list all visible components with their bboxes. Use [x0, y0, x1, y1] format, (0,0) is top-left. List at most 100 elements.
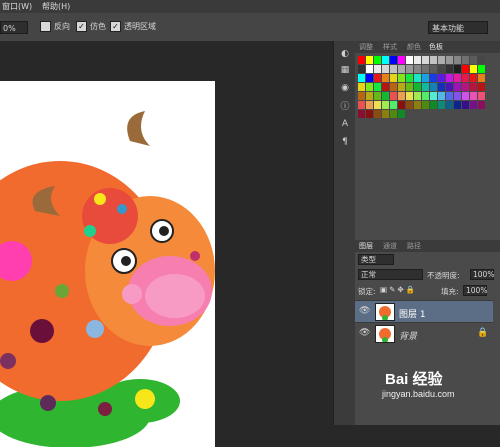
swatch-cell[interactable]	[374, 56, 381, 64]
document-canvas[interactable]	[0, 81, 215, 447]
swatch-cell[interactable]	[366, 74, 373, 82]
swatch-cell[interactable]	[446, 83, 453, 91]
swatch-cell[interactable]	[382, 65, 389, 73]
swatch-cell[interactable]	[414, 65, 421, 73]
swatch-cell[interactable]	[382, 74, 389, 82]
zoom-field[interactable]: 0%	[0, 21, 28, 34]
swatch-cell[interactable]	[478, 74, 485, 82]
swatch-cell[interactable]	[390, 101, 397, 109]
swatch-cell[interactable]	[358, 65, 365, 73]
swatch-cell[interactable]	[438, 65, 445, 73]
swatch-cell[interactable]	[390, 110, 397, 118]
swatch-cell[interactable]	[390, 65, 397, 73]
eye-icon[interactable]: 👁	[359, 306, 370, 316]
swatch-cell[interactable]	[366, 56, 373, 64]
character-icon[interactable]: A	[338, 119, 352, 131]
color-icon[interactable]: ◐	[338, 49, 352, 61]
swatch-cell[interactable]	[406, 74, 413, 82]
layer-name[interactable]: 背景	[399, 329, 417, 342]
swatch-cell[interactable]	[398, 74, 405, 82]
swatch-cell[interactable]	[398, 110, 405, 118]
swatch-cell[interactable]	[366, 92, 373, 100]
swatch-cell[interactable]	[358, 74, 365, 82]
swatch-cell[interactable]	[358, 56, 365, 64]
swatch-cell[interactable]	[446, 56, 453, 64]
swatch-cell[interactable]	[390, 56, 397, 64]
swatch-cell[interactable]	[374, 83, 381, 91]
swatch-cell[interactable]	[446, 65, 453, 73]
dither-box[interactable]: ✓	[76, 21, 87, 32]
swatch-cell[interactable]	[438, 56, 445, 64]
tab-channels[interactable]: 通道	[383, 241, 397, 251]
swatch-cell[interactable]	[422, 65, 429, 73]
invert-box[interactable]	[40, 21, 51, 32]
swatch-cell[interactable]	[374, 92, 381, 100]
swatch-cell[interactable]	[430, 65, 437, 73]
swatch-cell[interactable]	[366, 65, 373, 73]
swatch-cell[interactable]	[478, 56, 485, 64]
swatch-cell[interactable]	[390, 83, 397, 91]
swatches-icon[interactable]: ▦	[338, 65, 352, 77]
paragraph-icon[interactable]: ¶	[338, 137, 352, 149]
tab-swatches[interactable]: 色板	[429, 42, 443, 52]
swatch-cell[interactable]	[446, 92, 453, 100]
swatch-cell[interactable]	[438, 101, 445, 109]
swatch-cell[interactable]	[414, 56, 421, 64]
eye-icon[interactable]: 👁	[359, 328, 370, 338]
swatch-cell[interactable]	[406, 83, 413, 91]
swatch-cell[interactable]	[438, 74, 445, 82]
swatch-cell[interactable]	[446, 101, 453, 109]
kind-filter-select[interactable]: 类型	[358, 254, 394, 265]
swatch-cell[interactable]	[430, 74, 437, 82]
swatch-cell[interactable]	[374, 74, 381, 82]
swatch-cell[interactable]	[470, 92, 477, 100]
swatch-cell[interactable]	[422, 92, 429, 100]
swatch-cell[interactable]	[390, 74, 397, 82]
swatch-cell[interactable]	[430, 101, 437, 109]
swatch-cell[interactable]	[478, 92, 485, 100]
tab-layers[interactable]: 图层	[359, 241, 373, 251]
tab-styles[interactable]: 样式	[383, 42, 397, 52]
swatch-cell[interactable]	[398, 83, 405, 91]
layer-row-1[interactable]: 👁 图层 1	[355, 300, 493, 322]
swatch-cell[interactable]	[454, 83, 461, 91]
info-icon[interactable]: ⓘ	[338, 99, 352, 112]
swatch-cell[interactable]	[470, 83, 477, 91]
menu-help[interactable]: 帮助(H)	[42, 1, 70, 12]
swatch-cell[interactable]	[462, 83, 469, 91]
swatch-cell[interactable]	[358, 101, 365, 109]
swatch-cell[interactable]	[398, 65, 405, 73]
adjustments-icon[interactable]: ◉	[338, 83, 352, 95]
swatch-cell[interactable]	[430, 83, 437, 91]
swatch-cell[interactable]	[382, 83, 389, 91]
opacity-field[interactable]: 100%	[470, 269, 494, 280]
swatch-cell[interactable]	[366, 110, 373, 118]
swatch-cell[interactable]	[366, 101, 373, 109]
swatch-cell[interactable]	[406, 101, 413, 109]
swatch-cell[interactable]	[470, 56, 477, 64]
swatch-cell[interactable]	[462, 92, 469, 100]
swatch-cell[interactable]	[414, 101, 421, 109]
swatch-cell[interactable]	[470, 74, 477, 82]
swatch-cell[interactable]	[398, 56, 405, 64]
swatch-cell[interactable]	[374, 110, 381, 118]
tab-paths[interactable]: 路径	[407, 241, 421, 251]
swatch-cell[interactable]	[406, 56, 413, 64]
swatch-cell[interactable]	[462, 101, 469, 109]
blend-mode-select[interactable]: 正常	[358, 269, 423, 280]
swatch-cell[interactable]	[470, 101, 477, 109]
swatch-cell[interactable]	[398, 92, 405, 100]
swatch-cell[interactable]	[422, 101, 429, 109]
swatch-cell[interactable]	[454, 101, 461, 109]
swatch-cell[interactable]	[382, 110, 389, 118]
swatch-cell[interactable]	[366, 83, 373, 91]
swatch-cell[interactable]	[358, 110, 365, 118]
swatch-cell[interactable]	[454, 74, 461, 82]
swatch-cell[interactable]	[454, 92, 461, 100]
swatch-cell[interactable]	[382, 56, 389, 64]
swatch-cell[interactable]	[470, 65, 477, 73]
swatch-cell[interactable]	[478, 101, 485, 109]
swatch-cell[interactable]	[462, 65, 469, 73]
swatch-cell[interactable]	[422, 56, 429, 64]
swatch-cell[interactable]	[462, 74, 469, 82]
